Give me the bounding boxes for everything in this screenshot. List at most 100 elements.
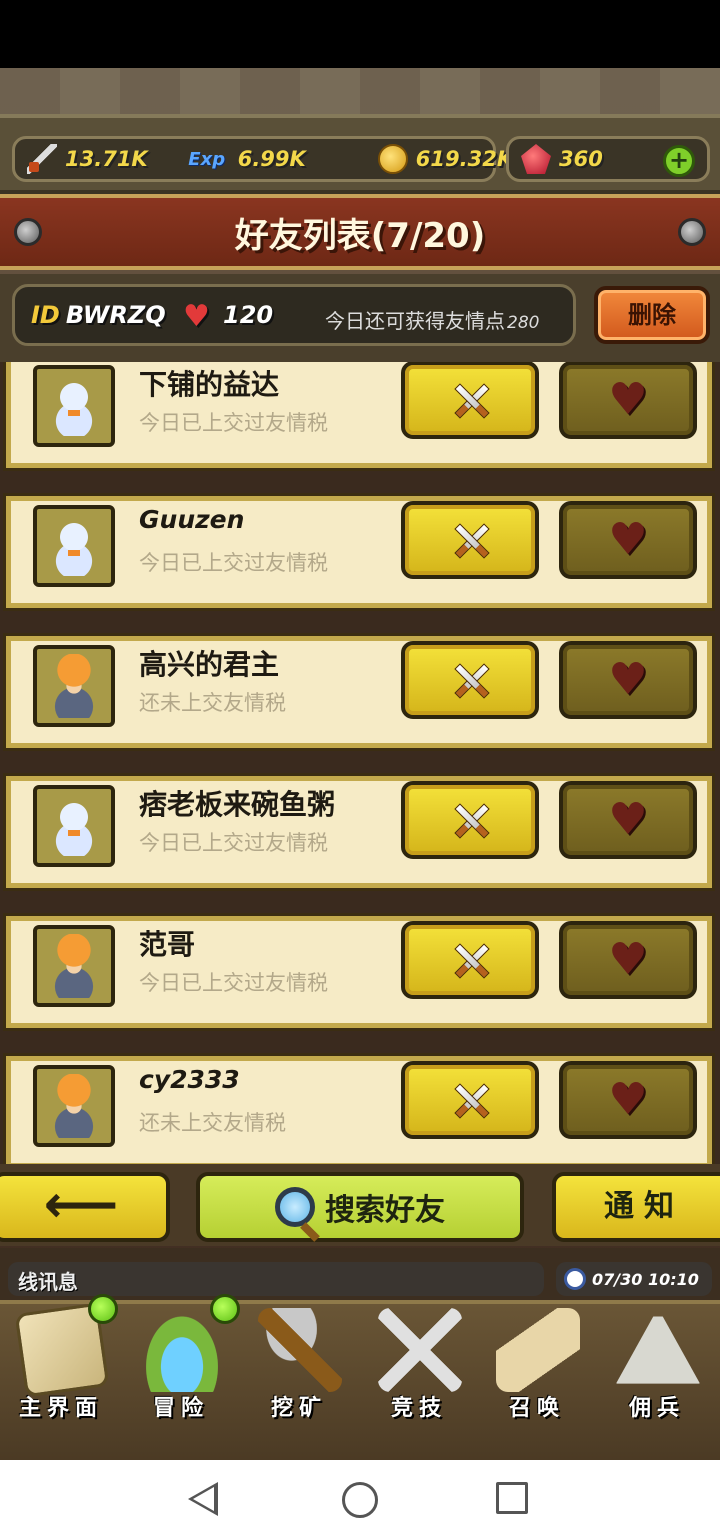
friend-status: 还未上交友情税 <box>139 691 286 715</box>
status-bar <box>0 0 720 68</box>
game-screen: 13.71K Exp 6.99K 619.32K 360 + 好友列表(7/20… <box>0 68 720 1460</box>
stats-pill: 13.71K Exp 6.99K 619.32K <box>12 136 513 182</box>
search-friends-button[interactable]: 搜索好友 <box>196 1172 524 1242</box>
exp-icon: Exp <box>188 148 226 170</box>
nav-mercenary[interactable]: 佣兵 <box>598 1308 716 1424</box>
heart-icon: ♥ <box>608 794 648 845</box>
hero-avatar-icon <box>48 1074 100 1138</box>
heart-icon: ♥ <box>608 374 648 425</box>
pickaxe-icon <box>258 1308 342 1392</box>
clock: 07/30 10:10 <box>556 1262 712 1296</box>
friend-card[interactable]: 下铺的益达 今日已上交过友情税 ♥ <box>3 362 715 471</box>
friend-status: 今日已上交过友情税 <box>139 831 328 855</box>
crossed-swords-icon <box>450 660 490 700</box>
hero-avatar-icon <box>48 934 100 998</box>
heart-icon: ♥ <box>608 514 648 565</box>
scroll-icon <box>496 1308 580 1392</box>
crossed-swords-icon <box>450 520 490 560</box>
delete-button[interactable]: 删除 <box>594 286 710 344</box>
add-gems-button[interactable]: + <box>663 145 695 177</box>
nav-label: 主界面 <box>18 1396 103 1421</box>
system-recents-icon[interactable] <box>496 1482 528 1514</box>
send-heart-button[interactable]: ♥ <box>559 781 697 859</box>
fight-button[interactable] <box>401 501 539 579</box>
gems-stat: 360 <box>521 144 603 174</box>
nav-label: 冒险 <box>152 1396 209 1421</box>
avatar[interactable] <box>33 645 115 727</box>
friend-status: 今日已上交过友情税 <box>139 971 328 995</box>
nav-summon[interactable]: 召唤 <box>478 1308 596 1424</box>
daily-value: 280 <box>507 313 540 333</box>
bottom-nav: 主界面 冒险 挖矿 竞技 召唤 佣兵 <box>0 1294 720 1460</box>
crossed-swords-icon <box>450 380 490 420</box>
heart-icon: ♥ <box>608 654 648 705</box>
avatar[interactable] <box>33 925 115 1007</box>
coin-icon <box>377 144 408 174</box>
avatar[interactable] <box>33 505 115 587</box>
fight-button[interactable] <box>401 781 539 859</box>
friend-status: 今日已上交过友情税 <box>139 551 328 575</box>
send-heart-button[interactable]: ♥ <box>559 641 697 719</box>
exp-value: 6.99K <box>237 147 306 171</box>
system-navigation-bar <box>0 1460 720 1540</box>
fight-button[interactable] <box>401 1061 539 1139</box>
avatar[interactable] <box>33 1065 115 1147</box>
gold-value: 619.32K <box>415 147 514 171</box>
clock-time: 07/30 10:10 <box>592 1269 699 1289</box>
send-heart-button[interactable]: ♥ <box>559 1061 697 1139</box>
nav-label: 竞技 <box>390 1396 447 1421</box>
friend-card[interactable]: Guuzen 今日已上交过友情税 ♥ <box>3 493 715 611</box>
hero-avatar-icon <box>48 654 100 718</box>
friend-card[interactable]: cy2333 还未上交友情税 ♥ <box>3 1053 715 1164</box>
friend-card[interactable]: 范哥 今日已上交过友情税 ♥ <box>3 913 715 1031</box>
exp-stat: Exp 6.99K <box>184 144 306 174</box>
nav-adventure[interactable]: 冒险 <box>122 1308 240 1424</box>
friend-name: 高兴的君主 <box>139 648 280 681</box>
daily-label: 今日还可获得友情点 <box>325 309 505 333</box>
ruby-icon <box>521 144 551 174</box>
friend-name: cy2333 <box>139 1065 240 1094</box>
friend-list[interactable]: 下铺的益达 今日已上交过友情税 ♥ Guuzen 今日已上交过友情税 ♥ 高兴的… <box>0 362 720 1164</box>
nav-label: 佣兵 <box>628 1396 685 1421</box>
daily-friend-points: 今日还可获得友情点 280 <box>325 305 539 334</box>
send-heart-button[interactable]: ♥ <box>559 362 697 439</box>
notifications-button[interactable]: 通知 <box>552 1172 720 1242</box>
back-button[interactable]: ⟵ <box>0 1172 170 1242</box>
crossed-swords-icon <box>378 1308 462 1392</box>
nav-label: 挖矿 <box>270 1396 327 1421</box>
send-heart-button[interactable]: ♥ <box>559 921 697 999</box>
fight-button[interactable] <box>401 362 539 439</box>
friend-card[interactable]: 痞老板来碗鱼粥 今日已上交过友情税 ♥ <box>3 773 715 891</box>
nav-arena[interactable]: 竞技 <box>360 1308 478 1424</box>
tent-icon <box>616 1308 700 1384</box>
info-pill: ID BWRZQ ♥ 120 今日还可获得友情点 280 <box>12 284 576 346</box>
notification-dot <box>210 1294 240 1324</box>
nav-main[interactable]: 主界面 <box>2 1302 120 1424</box>
fight-button[interactable] <box>401 641 539 719</box>
system-home-icon[interactable] <box>342 1482 378 1518</box>
island-icon <box>140 1308 224 1392</box>
news-ticker[interactable]: 线讯息 <box>8 1262 544 1296</box>
heart-icon: ♥ <box>608 934 648 985</box>
avatar[interactable] <box>33 365 115 447</box>
avatar[interactable] <box>33 785 115 867</box>
bear-avatar-icon <box>50 376 98 436</box>
friend-card[interactable]: 高兴的君主 还未上交友情税 ♥ <box>3 633 715 751</box>
friend-name: 下铺的益达 <box>139 368 280 401</box>
page-title: 好友列表(7/20) <box>234 216 486 256</box>
nav-mining[interactable]: 挖矿 <box>240 1308 358 1424</box>
resource-bar: 13.71K Exp 6.99K 619.32K 360 + <box>0 114 720 194</box>
bottom-hud: 线讯息 07/30 10:10 主界面 冒险 挖矿 竞技 召唤 佣兵 <box>0 1248 720 1460</box>
friend-name: Guuzen <box>139 505 245 534</box>
fight-button[interactable] <box>401 921 539 999</box>
id-label: ID <box>31 301 60 329</box>
search-friends-label: 搜索好友 <box>325 1193 445 1228</box>
heart-icon: ♥ <box>608 1074 648 1125</box>
system-back-icon[interactable] <box>188 1482 218 1516</box>
magnifier-icon <box>275 1187 315 1227</box>
bear-avatar-icon <box>50 516 98 576</box>
gold-stat: 619.32K <box>377 144 514 174</box>
player-id: ID BWRZQ <box>31 301 166 329</box>
crossed-swords-icon <box>450 800 490 840</box>
send-heart-button[interactable]: ♥ <box>559 501 697 579</box>
